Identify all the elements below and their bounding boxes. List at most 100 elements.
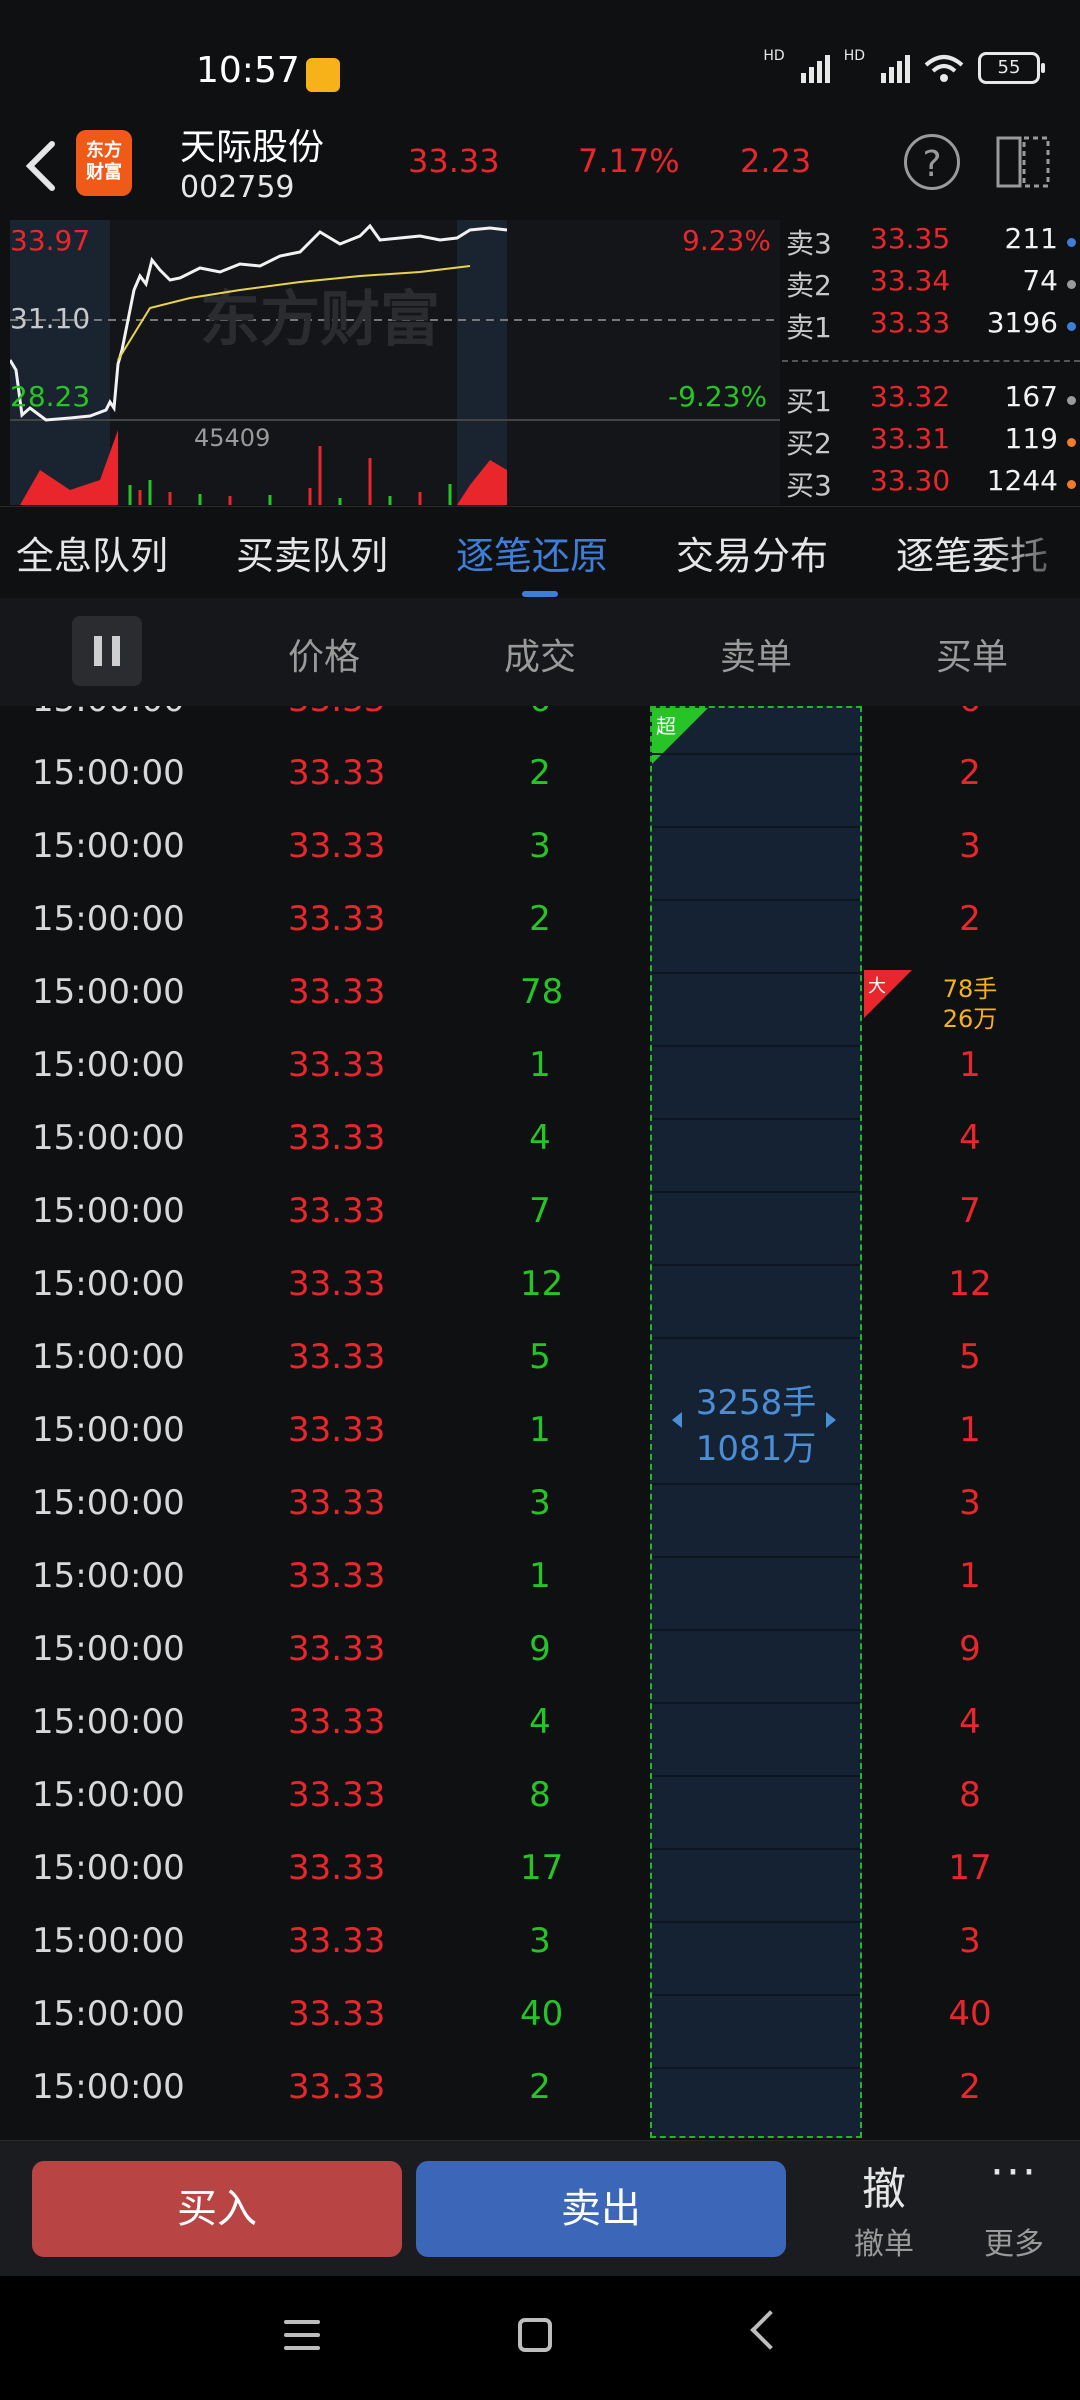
home-icon[interactable]	[518, 2318, 552, 2352]
more-label[interactable]: 更多	[954, 2219, 1074, 2263]
signal-icon	[800, 53, 830, 83]
tick-price: 33.33	[288, 1483, 386, 1523]
tick-volume: 7	[529, 1191, 551, 1231]
tick-volume: 40	[520, 1994, 564, 2034]
column-header: 价格 成交 卖单 买单	[0, 598, 1080, 706]
change-percent: 7.17%	[578, 142, 680, 180]
tick-time: 15:00:00	[32, 1118, 185, 1158]
bid-label: 买2	[786, 427, 832, 460]
tab-fade	[990, 507, 1080, 599]
tick-time: 15:00:00	[32, 826, 185, 866]
tick-volume: 1	[529, 1410, 551, 1450]
wifi-icon	[924, 55, 964, 82]
tick-price: 33.33	[288, 899, 386, 939]
buy-button[interactable]: 买入	[32, 2161, 402, 2257]
tick-time: 15:00:00	[32, 1264, 185, 1304]
ask-price: 33.34	[870, 264, 951, 297]
tick-row: 15:00:00 33.33 1 1	[0, 1556, 1080, 1629]
tick-volume: 6	[520, 706, 560, 720]
signal-icon	[881, 53, 910, 83]
tab-buy-sell-queue[interactable]: 买卖队列	[236, 525, 388, 580]
chart-watermark: 东方财富	[200, 285, 440, 355]
more-icon[interactable]: ···	[954, 2147, 1074, 2198]
tab-full-queue[interactable]: 全息队列	[16, 525, 168, 580]
ask-dot-icon	[1067, 238, 1076, 247]
tick-row: 15:00:00 33.33 6 6	[0, 706, 1080, 753]
tick-volume: 2	[529, 2067, 551, 2107]
tick-price: 33.33	[288, 706, 385, 720]
bid-price: 33.31	[870, 422, 951, 455]
stock-name[interactable]: 天际股份	[180, 118, 324, 170]
tick-buy: 3	[959, 1921, 981, 1961]
tick-row: 15:00:00 33.33 78	[0, 972, 1080, 1045]
tick-volume: 4	[529, 1118, 551, 1158]
tick-volume: 4	[529, 1702, 551, 1742]
status-icons: HD HD 55	[763, 48, 1045, 84]
sell-button[interactable]: 卖出	[416, 2161, 786, 2257]
ask-label: 卖1	[786, 311, 832, 344]
tick-time: 15:00:00	[32, 1702, 185, 1742]
pause-button[interactable]	[72, 616, 142, 686]
tick-volume: 3	[529, 1483, 551, 1523]
volume-max-label: 45409	[194, 424, 271, 452]
tick-row: 15:00:00 33.33 4 4	[0, 1118, 1080, 1191]
tick-row: 15:00:00 33.33 3 3	[0, 1483, 1080, 1556]
tick-time: 15:00:00	[32, 2067, 185, 2107]
bid-row: 买2 33.31 119	[782, 422, 1080, 464]
tick-buy: 1	[959, 1410, 981, 1450]
bid-dot-icon	[1067, 438, 1076, 447]
app-logo: 东方 财富	[76, 130, 132, 196]
status-bar: 10:57 HD HD 55	[0, 0, 1080, 110]
tick-row: 15:00:00 33.33 2 2	[0, 753, 1080, 826]
column-buy: 买单	[936, 637, 1009, 678]
stock-header: 东方 财富 天际股份 002759 33.33 7.17% 2.23 ?	[0, 112, 1080, 216]
tick-price: 33.33	[288, 753, 386, 793]
recent-apps-icon[interactable]	[284, 2320, 320, 2359]
pct-high-label: 9.23%	[682, 224, 771, 257]
bid-dot-icon	[1067, 396, 1076, 405]
tick-buy: 7	[959, 1191, 981, 1231]
tick-row: 15:00:00 33.33 2 2	[0, 2067, 1080, 2140]
tick-time: 15:00:00	[32, 1556, 185, 1596]
pct-low-label: -9.23%	[668, 380, 768, 413]
hd-label-1: HD	[763, 48, 785, 64]
ask-volume: 211	[1004, 222, 1058, 255]
cancel-order-icon[interactable]: 撤	[824, 2153, 944, 2217]
back-arrow-icon[interactable]	[18, 136, 68, 196]
volume-bars	[128, 446, 452, 505]
order-book-divider	[782, 360, 1080, 362]
back-icon[interactable]	[750, 2310, 790, 2350]
tick-price: 33.33	[288, 1410, 386, 1450]
tick-row: 15:00:00 33.33 2 2	[0, 899, 1080, 972]
battery-icon: 55	[978, 52, 1045, 84]
tick-list[interactable]: 超 3258手 1081万 大 78手 26万 15:00:0033.3366 …	[0, 706, 1080, 2140]
tick-price: 33.33	[288, 1191, 386, 1231]
cancel-order-label[interactable]: 撤单	[824, 2219, 944, 2263]
layout-switch-icon[interactable]	[994, 132, 1052, 192]
tick-row: 15:00:00 33.33 7 7	[0, 1191, 1080, 1264]
ask-label: 卖3	[786, 227, 832, 260]
tab-trade-distribution[interactable]: 交易分布	[676, 525, 828, 580]
ask-row: 卖1 33.33 3196	[782, 306, 1080, 348]
change-amount: 2.23	[740, 142, 812, 180]
system-nav-bar	[0, 2276, 1080, 2400]
ask-row: 卖3 33.35 211	[782, 222, 1080, 264]
logo-text-2: 财富	[86, 162, 122, 183]
help-icon[interactable]: ?	[904, 134, 960, 190]
ask-dot-icon	[1067, 322, 1076, 331]
tab-tick-restore[interactable]: 逐笔还原	[456, 525, 608, 580]
tick-buy: 2	[959, 2067, 981, 2107]
bid-volume: 1244	[986, 464, 1058, 497]
order-book[interactable]: 卖3 33.35 211 卖2 33.34 74 卖1 33.33 3196 买…	[782, 220, 1080, 505]
intraday-chart[interactable]: 东方财富 33.97 31.10 28.23 9.23% -9.23% 4540…	[10, 220, 780, 505]
tick-row: 15:00:00 33.33 8 8	[0, 1775, 1080, 1848]
tick-price: 33.33	[288, 1337, 386, 1377]
tick-volume: 8	[529, 1775, 551, 1815]
bid-label: 买1	[786, 385, 832, 418]
tick-time: 15:00:00	[32, 1994, 185, 2034]
chart-canvas: 东方财富	[10, 220, 780, 505]
tick-buy: 5	[959, 1337, 981, 1377]
tick-price: 33.33	[288, 1556, 386, 1596]
tick-buy: 2	[959, 753, 981, 793]
tick-price: 33.33	[288, 826, 386, 866]
